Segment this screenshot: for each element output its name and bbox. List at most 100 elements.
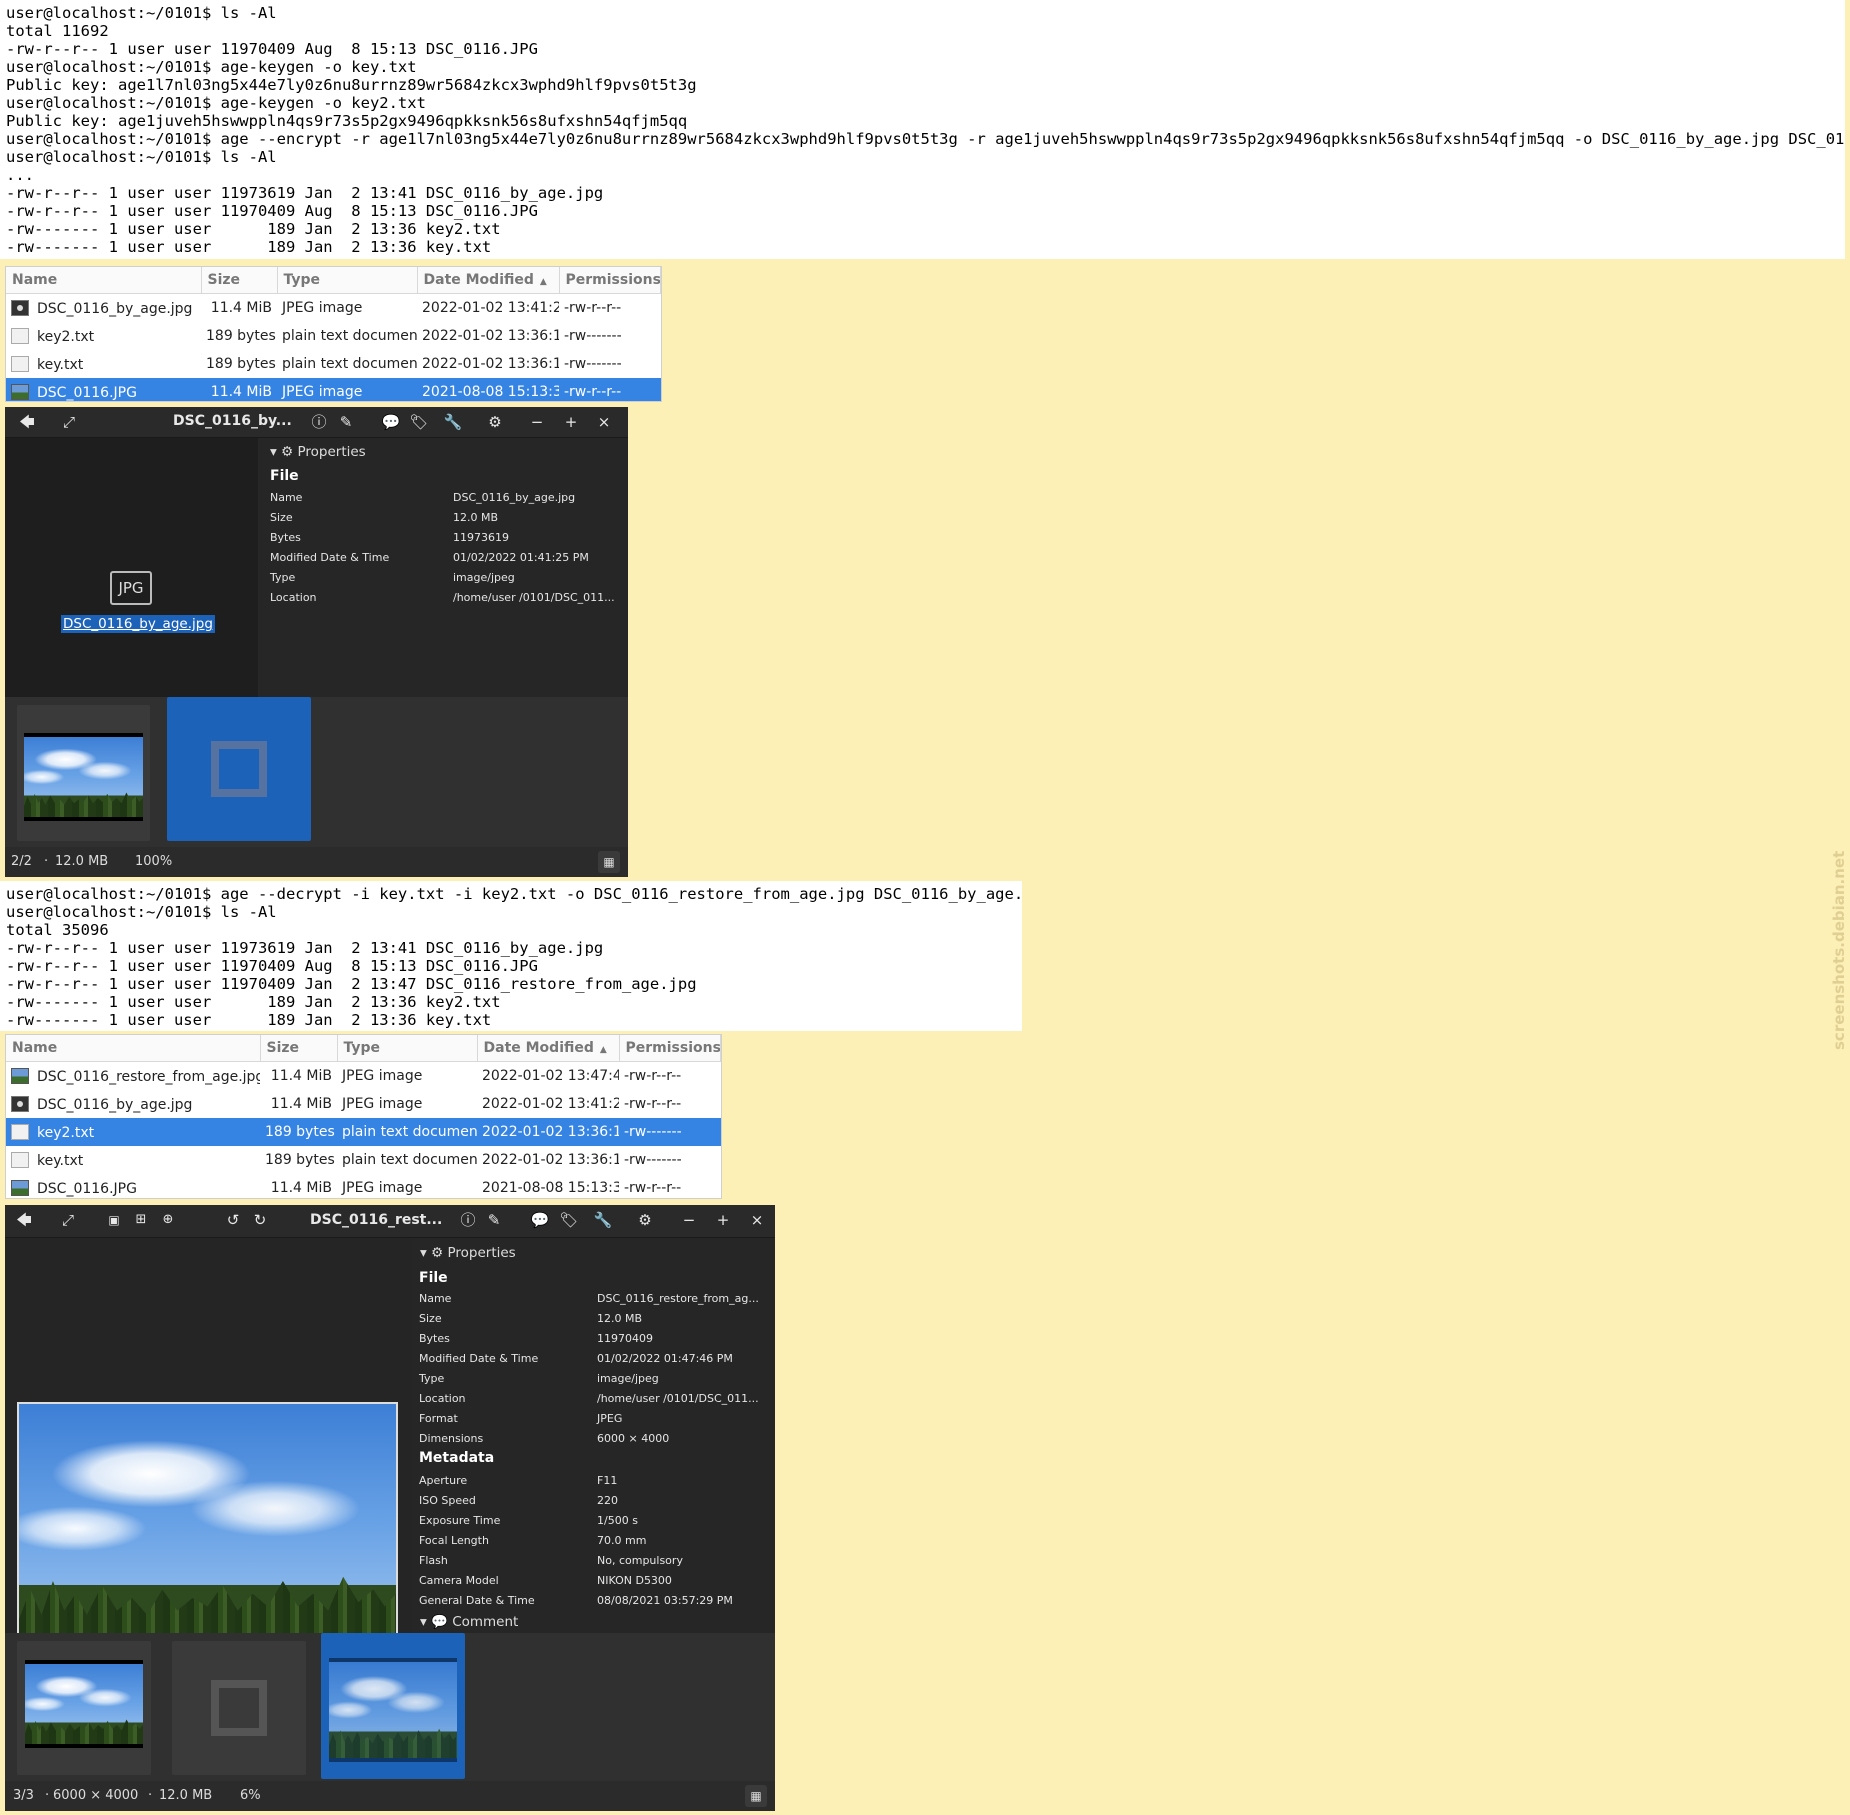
image-index: 2/2 (11, 854, 32, 869)
prop-key: Type (270, 571, 296, 584)
fullscreen-icon[interactable]: ⤢ (56, 1208, 80, 1232)
file-permissions: -rw------- (564, 328, 622, 344)
thumbnail-photo[interactable] (17, 705, 150, 841)
column-header-name[interactable]: Name (6, 1035, 261, 1062)
table-row-selected[interactable]: key2.txt 189 bytes plain text document 2… (6, 1118, 721, 1146)
terminal-line: total 35096 (6, 921, 109, 939)
minimize-icon[interactable]: − (677, 1208, 701, 1232)
prop-value: 6000 × 4000 (597, 1432, 670, 1445)
table-row[interactable]: key2.txt 189 bytes plain text document 2… (6, 322, 661, 350)
table-row-selected[interactable]: DSC_0116.JPG 11.4 MiB JPEG image 2021-08… (6, 378, 661, 401)
preferences-gear-icon[interactable]: ⚙ (483, 410, 507, 434)
column-header-type[interactable]: Type (277, 267, 418, 294)
tag-icon[interactable]: 🏷 (407, 410, 431, 434)
viewer-statusbar: 2/2 · 12.0 MB 100% ▦ (5, 847, 628, 877)
meta-value: 70.0 mm (597, 1534, 647, 1547)
comment-icon[interactable]: 💬 (528, 1208, 552, 1232)
file-date: 2022-01-02 13:47:46 (482, 1068, 619, 1084)
grid-view-icon[interactable]: ▦ (598, 851, 620, 873)
edit-brush-icon[interactable]: ✎ (334, 410, 358, 434)
text-file-icon (11, 327, 29, 344)
filmstrip (5, 1633, 775, 1781)
file-type: JPEG image (342, 1068, 423, 1084)
rotate-left-icon[interactable]: ↺ (221, 1208, 245, 1232)
prop-value: 01/02/2022 01:47:46 PM (597, 1352, 733, 1365)
comment-header[interactable]: ▾ 💬 Comment (420, 1614, 518, 1630)
table-row[interactable]: key.txt 189 bytes plain text document 20… (6, 1146, 721, 1174)
tag-icon[interactable]: 🏷 (557, 1208, 581, 1232)
column-header-size[interactable]: Size (260, 1035, 338, 1062)
text-file-icon (11, 355, 29, 372)
file-date: 2021-08-08 15:13:31 (482, 1180, 619, 1196)
file-name: DSC_0116_restore_from_age.jpg (37, 1068, 260, 1085)
maximize-icon[interactable]: + (559, 410, 583, 434)
column-header-name[interactable]: Name (6, 267, 202, 294)
view-grid-icon[interactable]: ⊞ (129, 1208, 153, 1232)
minimize-icon[interactable]: − (525, 410, 549, 434)
close-icon[interactable]: × (745, 1208, 769, 1232)
terminal-line: user@localhost:~/0101$ ls -Al (6, 4, 277, 22)
image-file-icon (11, 1067, 29, 1084)
thumbnail-restored[interactable] (321, 1633, 465, 1779)
file-size: 189 bytes (206, 356, 276, 372)
info-icon[interactable]: ⓘ (307, 410, 331, 434)
column-header-date-label: Date Modified (483, 1040, 594, 1056)
table-row[interactable]: DSC_0116_by_age.jpg 11.4 MiB JPEG image … (6, 1090, 721, 1118)
prop-value: DSC_0116_by_age.jpg (453, 491, 576, 504)
file-size: 189 bytes (206, 328, 276, 344)
terminal-line: total 11692 (6, 22, 109, 40)
column-header-permissions[interactable]: Permissions (559, 267, 661, 294)
column-header-date[interactable]: Date Modified ▲ (477, 1035, 620, 1062)
image-preview-area[interactable]: JPG DSC_0116_by_age.jpg (5, 438, 258, 697)
info-icon[interactable]: ⓘ (456, 1208, 480, 1232)
file-type: plain text document (282, 328, 417, 344)
fullscreen-icon[interactable]: ⤢ (57, 410, 81, 434)
meta-key: Flash (419, 1554, 448, 1567)
table-row[interactable]: DSC_0116.JPG 11.4 MiB JPEG image 2021-08… (6, 1174, 721, 1198)
view-add-icon[interactable]: ⊕ (156, 1208, 180, 1232)
status-separator: · (45, 1788, 50, 1803)
sort-ascending-icon: ▲ (599, 1045, 607, 1055)
thumbnail-encrypted[interactable] (167, 697, 311, 841)
maximize-icon[interactable]: + (711, 1208, 735, 1232)
column-header-type[interactable]: Type (337, 1035, 478, 1062)
tools-wrench-icon[interactable]: 🔧 (441, 410, 465, 434)
terminal-line: -rw-r--r-- 1 user user 11970409 Aug 8 15… (6, 40, 538, 58)
thumbnail-encrypted[interactable] (172, 1641, 306, 1775)
file-label: DSC_0116_by_age.jpg (61, 615, 215, 633)
preferences-gear-icon[interactable]: ⚙ (633, 1208, 657, 1232)
column-header-permissions[interactable]: Permissions (619, 1035, 721, 1062)
table-row[interactable]: key.txt 189 bytes plain text document 20… (6, 350, 661, 378)
image-preview-area[interactable] (5, 1238, 412, 1655)
back-icon[interactable]: 🡄 (15, 410, 39, 434)
comment-icon: 💬 (431, 1614, 448, 1630)
thumbnail-photo[interactable] (17, 1641, 151, 1775)
column-header-date-label: Date Modified (423, 272, 534, 288)
column-header-date[interactable]: Date Modified ▲ (417, 267, 560, 294)
file-name: key2.txt (37, 328, 95, 345)
back-icon[interactable]: 🡄 (12, 1208, 36, 1232)
comment-icon[interactable]: 💬 (379, 410, 403, 434)
edit-brush-icon[interactable]: ✎ (482, 1208, 506, 1232)
placeholder-square-icon (211, 1680, 267, 1736)
rotate-right-icon[interactable]: ↻ (248, 1208, 272, 1232)
prop-value: /home/user /0101/DSC_011... (597, 1392, 759, 1405)
properties-header[interactable]: ▾ ⚙ Properties (420, 1245, 516, 1261)
view-single-icon[interactable]: ▣ (102, 1208, 126, 1232)
sort-ascending-icon: ▲ (539, 277, 547, 287)
table-row[interactable]: DSC_0116_restore_from_age.jpg 11.4 MiB J… (6, 1062, 721, 1091)
column-header-size[interactable]: Size (201, 267, 278, 294)
prop-value: image/jpeg (453, 571, 515, 584)
terminal-line: user@localhost:~/0101$ age --decrypt -i … (6, 885, 1022, 903)
file-date: 2022-01-02 13:36:11 (482, 1152, 619, 1168)
text-file-icon (11, 1123, 29, 1140)
close-icon[interactable]: × (592, 410, 616, 434)
prop-key: Location (419, 1392, 466, 1405)
grid-view-icon[interactable]: ▦ (745, 1785, 767, 1807)
file-permissions: -rw-r--r-- (624, 1068, 682, 1084)
terminal-output-1[interactable]: user@localhost:~/0101$ ls -Al total 1169… (0, 0, 1845, 259)
tools-wrench-icon[interactable]: 🔧 (591, 1208, 615, 1232)
properties-header[interactable]: ▾ ⚙ Properties (270, 444, 366, 460)
table-row[interactable]: DSC_0116_by_age.jpg 11.4 MiB JPEG image … (6, 294, 661, 323)
terminal-output-2[interactable]: user@localhost:~/0101$ age --decrypt -i … (0, 881, 1022, 1031)
